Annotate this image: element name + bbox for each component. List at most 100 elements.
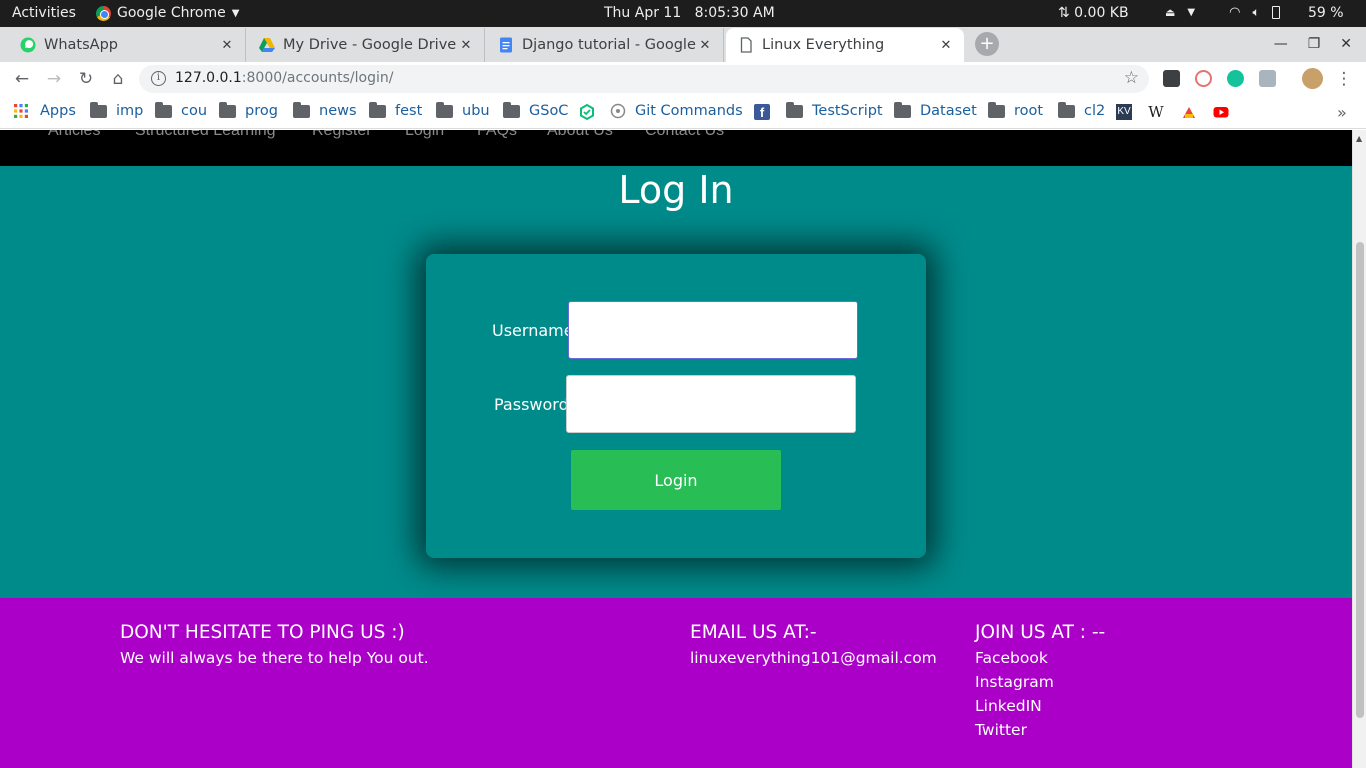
footer-link-facebook[interactable]: Facebook <box>975 649 1048 667</box>
bookmark-git-commands[interactable]: Git Commands <box>610 103 743 119</box>
address-bar[interactable]: i 127.0.0.1:8000/accounts/login/ ☆ <box>139 65 1149 93</box>
username-input[interactable] <box>568 301 858 359</box>
tab-title: Django tutorial - Google D <box>522 37 697 53</box>
bookmark-label: TestScript <box>812 103 883 119</box>
bookmark-apps[interactable]: Apps <box>14 103 76 119</box>
bookmark-folder-fest[interactable]: fest <box>369 101 422 119</box>
folder-icon <box>293 101 310 118</box>
wikipedia-icon[interactable]: W <box>1148 104 1164 120</box>
back-arrow-icon[interactable]: ← <box>12 69 32 89</box>
bookmark-folder-testscript[interactable]: TestScript <box>786 101 883 119</box>
tab-linux-everything[interactable]: Linux Everything ✕ <box>726 28 964 62</box>
tab-title: My Drive - Google Drive <box>283 37 457 53</box>
nav-link-contact-us[interactable]: Contact Us <box>645 130 724 140</box>
bookmark-label: Dataset <box>920 103 977 119</box>
system-tray[interactable]: ⏏ ▼ ◠ 🔈︎ <box>1165 5 1280 20</box>
new-tab-button[interactable]: + <box>975 32 999 56</box>
volume-icon: 🔈︎ <box>1252 5 1260 19</box>
youtube-icon[interactable] <box>1213 104 1229 120</box>
bookmark-misc-icon[interactable] <box>1181 104 1197 120</box>
bookmark-label: root <box>1014 103 1044 119</box>
bookmark-folder-imp[interactable]: imp <box>90 101 144 119</box>
page-icon <box>740 37 752 53</box>
reload-icon[interactable]: ↻ <box>76 69 96 89</box>
folder-icon <box>219 101 236 118</box>
app-name: Google Chrome <box>117 5 226 21</box>
nav-link-register[interactable]: Register <box>312 130 372 140</box>
chrome-logo-icon <box>96 5 111 21</box>
clock[interactable]: Thu Apr 11 8:05:30 AM <box>604 5 775 21</box>
eject-icon: ⏏ <box>1165 6 1176 19</box>
footer-email-heading: EMAIL US AT:- <box>690 622 817 643</box>
extension-icon[interactable] <box>1163 70 1180 87</box>
scrollbar-thumb[interactable] <box>1356 242 1364 718</box>
login-form-card: Username: Password: Login <box>426 254 926 558</box>
nav-link-articles[interactable]: Articles <box>48 130 100 140</box>
page-scrollbar[interactable]: ▲ <box>1352 130 1366 768</box>
bookmark-folder-gsoc[interactable]: GSoC <box>503 101 569 119</box>
nav-link-structured-learning[interactable]: Structured Learning <box>135 130 276 140</box>
bookmark-label: Apps <box>40 103 76 119</box>
bookmark-folder-ubu[interactable]: ubu <box>436 101 490 119</box>
url-text[interactable]: 127.0.0.1:8000/accounts/login/ <box>175 70 393 86</box>
footer-link-twitter[interactable]: Twitter <box>975 721 1027 739</box>
app-menu[interactable]: Google Chrome ▼ <box>96 5 239 21</box>
close-icon[interactable]: ✕ <box>697 38 713 53</box>
system-top-bar: Activities Google Chrome ▼ Thu Apr 11 8:… <box>0 0 1366 27</box>
grammarly-icon[interactable] <box>1227 70 1244 87</box>
battery-percent[interactable]: 59 % <box>1308 5 1344 21</box>
nav-link-about-us[interactable]: About Us <box>547 130 613 140</box>
close-window-icon[interactable]: ✕ <box>1340 36 1352 52</box>
restore-icon[interactable]: ❐ <box>1308 36 1321 52</box>
home-icon[interactable]: ⌂ <box>108 69 128 89</box>
url-path: :8000/accounts/login/ <box>241 70 394 86</box>
bookmark-label: prog <box>245 103 278 119</box>
info-icon[interactable]: i <box>151 71 166 86</box>
close-icon[interactable]: ✕ <box>219 38 235 53</box>
menu-kebab-icon[interactable]: ⋮ <box>1334 69 1354 89</box>
facebook-icon[interactable]: f <box>754 104 770 120</box>
tab-google-drive[interactable]: My Drive - Google Drive ✕ <box>247 28 485 62</box>
close-icon[interactable]: ✕ <box>458 38 474 53</box>
extension-block-icon[interactable] <box>1195 70 1212 87</box>
bookmark-folder-root[interactable]: root <box>988 101 1044 119</box>
footer-link-linkedin[interactable]: LinkedIN <box>975 697 1042 715</box>
minimize-icon[interactable]: — <box>1274 36 1288 52</box>
forward-arrow-icon[interactable]: → <box>44 69 64 89</box>
battery-icon <box>1271 6 1280 19</box>
activities-button[interactable]: Activities <box>12 5 76 21</box>
whatsapp-icon <box>20 37 36 53</box>
bookmark-star-icon[interactable]: ☆ <box>1124 68 1139 88</box>
net-speed-indicator[interactable]: ⇅ 0.00 KB <box>1058 5 1129 21</box>
tab-whatsapp[interactable]: WhatsApp ✕ <box>8 28 246 62</box>
bookmark-folder-cl2[interactable]: cl2 <box>1058 101 1105 119</box>
tab-django-tutorial[interactable]: Django tutorial - Google D ✕ <box>486 28 724 62</box>
password-input[interactable] <box>566 375 856 433</box>
download-extension-icon[interactable] <box>1259 70 1276 87</box>
nav-link-faqs[interactable]: FAQs <box>477 130 517 140</box>
login-button[interactable]: Login <box>571 450 781 510</box>
bookmark-label: imp <box>116 103 144 119</box>
bookmark-label: GSoC <box>529 103 569 119</box>
bookmark-shield-icon[interactable] <box>579 103 595 121</box>
footer-ping-text: We will always be there to help You out. <box>120 649 429 667</box>
bookmark-label: Git Commands <box>635 103 743 119</box>
footer-email-link[interactable]: linuxeverything101@gmail.com <box>690 649 937 667</box>
bookmark-folder-cou[interactable]: cou <box>155 101 207 119</box>
more-bookmarks-chevron-icon[interactable]: » <box>1337 103 1347 122</box>
profile-avatar[interactable] <box>1302 68 1323 89</box>
git-icon <box>610 103 626 119</box>
tab-title: WhatsApp <box>44 37 118 53</box>
folder-icon <box>1058 101 1075 118</box>
bookmark-folder-news[interactable]: news <box>293 101 357 119</box>
bookmark-label: ubu <box>462 103 490 119</box>
kv-icon[interactable]: KV <box>1116 104 1132 120</box>
folder-icon <box>988 101 1005 118</box>
scroll-up-arrow-icon[interactable]: ▲ <box>1356 134 1362 143</box>
bookmark-folder-prog[interactable]: prog <box>219 101 278 119</box>
nav-link-login[interactable]: Login <box>405 130 444 140</box>
close-icon[interactable]: ✕ <box>938 38 954 53</box>
folder-icon <box>894 101 911 118</box>
bookmark-folder-dataset[interactable]: Dataset <box>894 101 977 119</box>
footer-link-instagram[interactable]: Instagram <box>975 673 1054 691</box>
